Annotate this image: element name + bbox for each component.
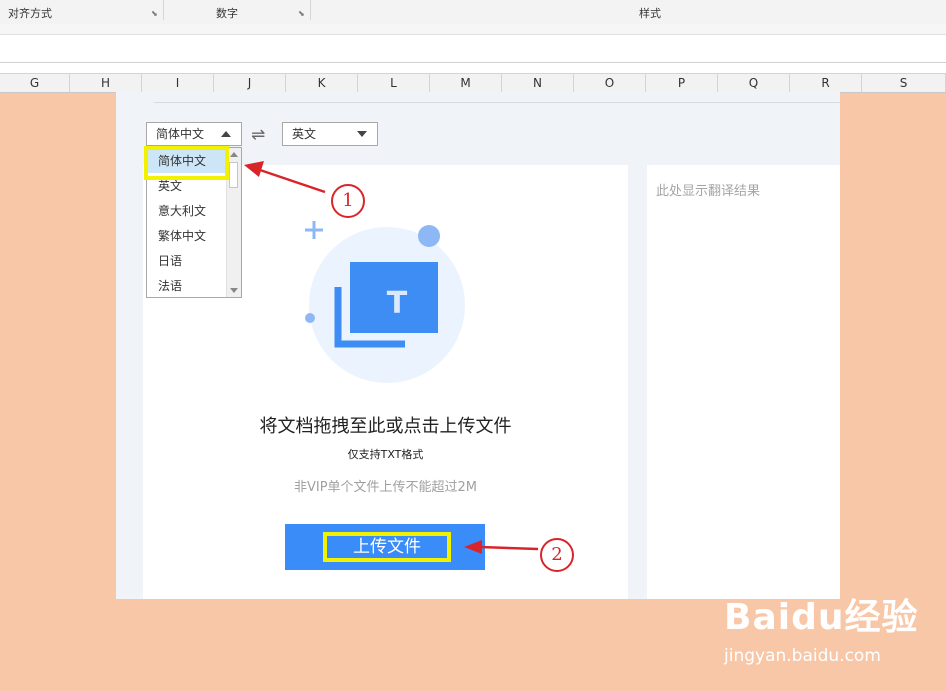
watermark-logo: Baidu经验	[724, 597, 919, 638]
arrow-line	[479, 545, 539, 551]
step-one-marker: 1	[331, 184, 365, 218]
step-two-marker: 2	[540, 538, 574, 572]
arrow-line	[259, 168, 326, 194]
watermark-url: jingyan.baidu.com	[724, 646, 881, 666]
baidu-watermark: Baidu经验 jingyan.baidu.com	[724, 588, 919, 666]
arrow-head-icon	[244, 161, 264, 177]
arrow-head-icon	[464, 540, 482, 554]
